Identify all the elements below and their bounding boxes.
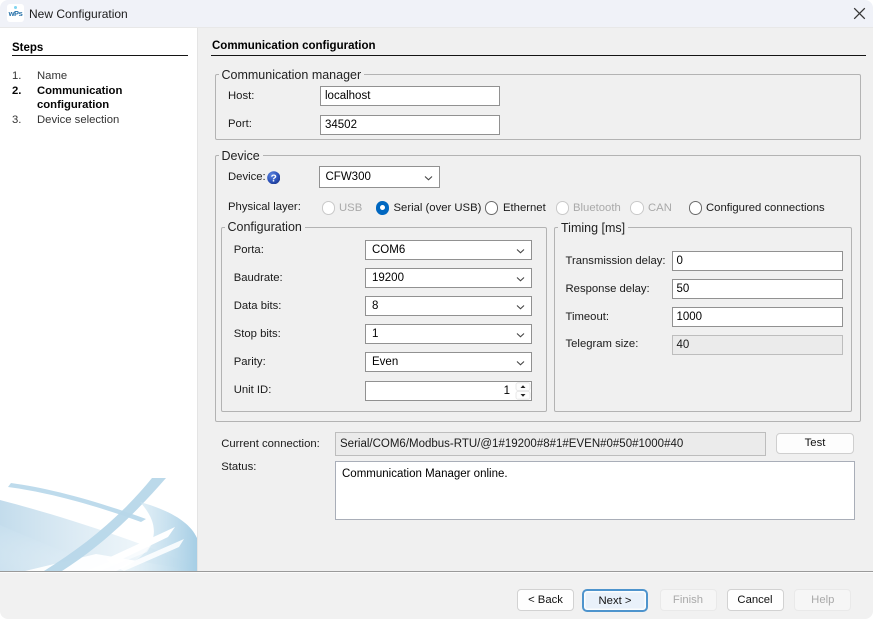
- svg-text:?: ?: [270, 173, 276, 184]
